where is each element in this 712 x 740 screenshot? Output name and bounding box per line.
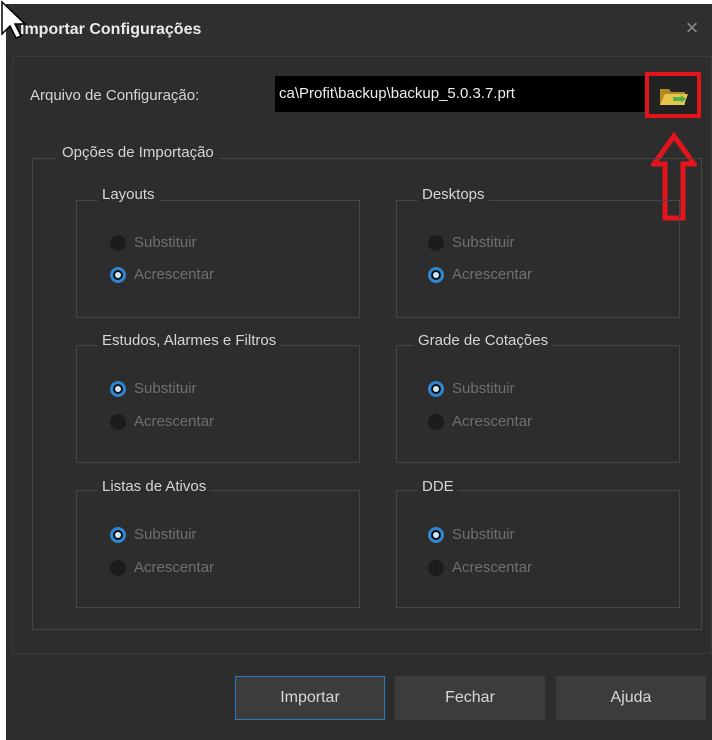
group-layouts [76, 200, 360, 318]
radio-indicator-selected[interactable] [110, 266, 126, 283]
radio-indicator[interactable] [428, 234, 444, 251]
asset-lists-append-radio[interactable]: Acrescentar [110, 559, 214, 576]
help-button[interactable]: Ajuda [556, 676, 706, 720]
radio-indicator[interactable] [428, 413, 444, 430]
group-asset-lists [76, 490, 360, 608]
radio-indicator[interactable] [110, 413, 126, 430]
desktops-append-radio[interactable]: Acrescentar [428, 266, 532, 283]
group-studies-title: Estudos, Alarmes e Filtros [98, 332, 281, 349]
radio-indicator[interactable] [110, 234, 126, 251]
group-layouts-title: Layouts [98, 186, 159, 203]
studies-append-radio[interactable]: Acrescentar [110, 413, 214, 430]
group-desktops [396, 200, 680, 318]
quote-grid-replace-radio[interactable]: Substituir [428, 380, 515, 397]
mouse-cursor-icon [1, 0, 26, 39]
config-file-path-input[interactable]: ca\Profit\backup\backup_5.0.3.7.prt [275, 76, 645, 112]
group-quote-grid [396, 345, 680, 463]
radio-indicator-selected[interactable] [428, 380, 444, 397]
close-icon[interactable]: × [680, 16, 704, 40]
radio-indicator-selected[interactable] [110, 526, 126, 543]
layouts-append-radio[interactable]: Acrescentar [110, 266, 214, 283]
dde-replace-radio[interactable]: Substituir [428, 526, 515, 543]
group-desktops-title: Desktops [418, 186, 489, 203]
asset-lists-replace-radio[interactable]: Substituir [110, 526, 197, 543]
quote-grid-append-radio[interactable]: Acrescentar [428, 413, 532, 430]
dde-append-radio[interactable]: Acrescentar [428, 559, 532, 576]
group-quote-grid-title: Grade de Cotações [414, 332, 553, 349]
import-button[interactable]: Importar [235, 676, 385, 720]
radio-indicator-selected[interactable] [110, 380, 126, 397]
browse-button-highlight[interactable] [645, 72, 701, 118]
radio-indicator-selected[interactable] [428, 526, 444, 543]
radio-indicator-selected[interactable] [428, 266, 444, 283]
close-button[interactable]: Fechar [395, 676, 545, 720]
desktops-replace-radio[interactable]: Substituir [428, 234, 515, 251]
radio-indicator[interactable] [110, 559, 126, 576]
folder-open-icon[interactable] [659, 85, 689, 107]
group-dde [396, 490, 680, 608]
import-options-legend: Opções de Importação [56, 144, 220, 161]
config-file-label: Arquivo de Configuração: [30, 87, 200, 104]
radio-indicator[interactable] [428, 559, 444, 576]
window-title: Importar Configurações [20, 21, 202, 38]
title-bar: Importar Configurações × [6, 4, 712, 56]
group-asset-lists-title: Listas de Ativos [98, 478, 211, 495]
group-dde-title: DDE [418, 478, 458, 495]
layouts-replace-radio[interactable]: Substituir [110, 234, 197, 251]
studies-replace-radio[interactable]: Substituir [110, 380, 197, 397]
group-studies-alarms-filters [76, 345, 360, 463]
